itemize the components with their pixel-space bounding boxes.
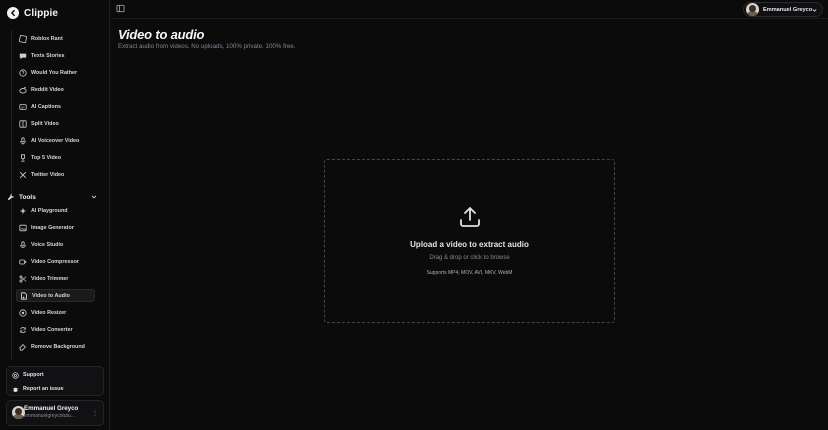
sidebar-item-video-trimmer[interactable]: Video Trimmer <box>16 272 95 285</box>
message-icon <box>19 53 27 59</box>
sidebar-item-ai-captions[interactable]: AI Captions <box>16 100 95 113</box>
clippie-logo-icon <box>7 7 19 19</box>
sidebar-item-label: Video Compressor <box>31 258 79 265</box>
audio-file-icon <box>21 291 27 300</box>
page-subtitle: Extract audio from videos. No uploads, 1… <box>118 43 296 50</box>
sidebar-item-split-video[interactable]: Split Video <box>16 117 95 130</box>
report-issue-label: Report an issue <box>23 386 64 392</box>
avatar <box>746 3 759 16</box>
top-bar: Emmanuel Greyco <box>111 0 828 19</box>
wrench-icon <box>7 193 15 201</box>
question-icon <box>19 68 27 77</box>
scissors-icon <box>19 275 27 282</box>
chevron-down-icon <box>812 9 817 12</box>
upload-dropzone[interactable]: Upload a video to extract audio Drag & d… <box>324 159 615 323</box>
sidebar-item-top-5-video[interactable]: Top 5 Video <box>16 151 95 164</box>
tools-section-label: Tools <box>19 193 36 201</box>
dropzone-subtitle: Drag & drop or click to browse <box>429 255 510 261</box>
sidebar-item-image-generator[interactable]: Image Generator <box>16 221 95 234</box>
sidebar-item-would-you-rather[interactable]: Would You Rather <box>16 66 95 79</box>
sidebar-item-label: Top 5 Video <box>31 154 62 161</box>
sidebar-item-label: Image Generator <box>31 224 74 231</box>
sidebar-item-texts-stories[interactable]: Texts Stories <box>16 49 95 62</box>
sidebar-item-label: Remove Background <box>31 343 85 350</box>
sidebar-item-label: AI Voiceover Video <box>31 137 80 144</box>
sidebar-item-ai-playground[interactable]: AI Playground <box>16 204 95 217</box>
sidebar-item-ai-voiceover-video[interactable]: AI Voiceover Video <box>16 134 95 147</box>
brand-name: Clippie <box>24 7 59 19</box>
app-root: Clippie Roblox Rant Texts Stories Would … <box>0 0 828 430</box>
sidebar-item-video-resizer[interactable]: Video Resizer <box>16 306 95 319</box>
sidebar-item-label: Video Resizer <box>31 309 67 316</box>
sidebar-toggle-icon[interactable] <box>116 4 125 13</box>
sidebar-item-video-to-audio[interactable]: Video to Audio <box>16 289 95 302</box>
user-name: Emmanuel Greyco <box>24 405 79 412</box>
sidebar-item-label: AI Playground <box>31 207 68 214</box>
help-circle-icon <box>12 371 19 379</box>
report-issue-link[interactable]: Report an issue <box>12 384 63 394</box>
support-panel: Support Report an issue <box>6 366 104 396</box>
sidebar-item-roblox-rant[interactable]: Roblox Rant <box>16 32 95 45</box>
sidebar-item-remove-background[interactable]: Remove Background <box>16 340 95 353</box>
resize-icon <box>19 308 27 317</box>
sidebar: Clippie Roblox Rant Texts Stories Would … <box>0 0 110 430</box>
mic-icon <box>20 240 26 248</box>
sidebar-item-label: AI Captions <box>31 103 61 110</box>
eraser-icon <box>19 343 26 351</box>
sidebar-item-video-converter[interactable]: Video Converter <box>16 323 95 336</box>
sidebar-item-twitter-video[interactable]: Twitter Video <box>16 168 95 181</box>
more-options-icon[interactable]: ⋮ <box>92 410 98 417</box>
sidebar-item-label: Video Converter <box>31 326 73 333</box>
dropzone-title: Upload a video to extract audio <box>410 240 529 249</box>
upload-icon <box>460 207 480 227</box>
sparkle-icon <box>19 207 27 214</box>
sidebar-item-label: Video Trimmer <box>31 275 69 282</box>
gamepad-icon <box>19 34 27 43</box>
bug-icon <box>12 387 19 392</box>
brand[interactable]: Clippie <box>7 6 58 20</box>
x-icon <box>19 171 27 178</box>
sidebar-item-label: Would You Rather <box>31 69 78 76</box>
support-label: Support <box>23 372 44 378</box>
sidebar-item-label: Twitter Video <box>31 171 65 178</box>
main-content: Emmanuel Greyco Video to audio Extract a… <box>111 0 828 430</box>
video-icon <box>19 259 27 264</box>
user-email: emmanuelgreycotutu... <box>24 413 75 419</box>
sidebar-item-label: Split Video <box>31 120 59 127</box>
sidebar-item-label: Reddit Video <box>31 86 64 93</box>
chevron-down-icon <box>91 195 97 199</box>
reddit-icon <box>19 86 27 93</box>
sidebar-item-reddit-video[interactable]: Reddit Video <box>16 83 95 96</box>
support-link[interactable]: Support <box>12 370 44 380</box>
microphone-icon <box>20 136 26 145</box>
account-name: Emmanuel Greyco <box>763 6 813 13</box>
page-title: Video to audio <box>118 27 205 42</box>
refresh-icon <box>20 326 26 333</box>
captions-icon <box>19 103 27 110</box>
dropzone-formats: Supports MP4, MOV, AVI, MKV, WebM <box>426 270 513 276</box>
sidebar-item-video-compressor[interactable]: Video Compressor <box>16 255 95 268</box>
sidebar-item-label: Roblox Rant <box>31 35 63 42</box>
sidebar-item-label: Texts Stories <box>31 52 65 59</box>
sidebar-item-label: Voice Studio <box>31 241 64 248</box>
tools-section-header[interactable]: Tools <box>7 192 104 202</box>
trophy-icon <box>21 153 25 162</box>
account-menu-button[interactable]: Emmanuel Greyco <box>743 2 823 17</box>
sidebar-item-label: Video to Audio <box>32 292 70 299</box>
sidebar-item-voice-studio[interactable]: Voice Studio <box>16 238 95 251</box>
split-icon <box>19 119 27 128</box>
image-icon <box>19 224 27 231</box>
